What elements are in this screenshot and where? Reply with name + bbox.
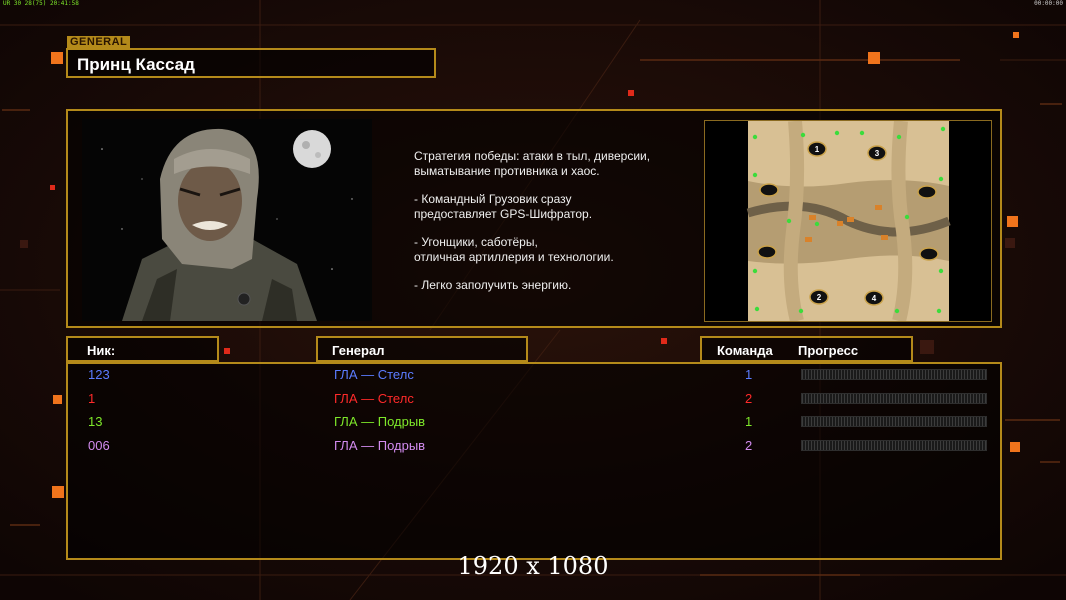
status-left-text: UR 30 28(75) 20:41:58 <box>3 0 79 7</box>
general-name: Принц Кассад <box>77 55 195 74</box>
status-bar: UR 30 28(75) 20:41:58 00:00:00 <box>0 0 1066 8</box>
player-general: ГЛА — Подрыв <box>334 414 426 429</box>
desc-line: - Угонщики, саботёры, <box>414 235 538 249</box>
desc-line: Стратегия победы: атаки в тыл, диверсии, <box>414 149 651 163</box>
minimap-spawn-2: 2 <box>809 289 829 305</box>
player-team: 2 <box>745 391 753 406</box>
general-title-box: Принц Кассад <box>66 48 436 78</box>
general-info-panel: Стратегия победы: атаки в тыл, диверсии,… <box>66 109 1002 328</box>
svg-text:1: 1 <box>815 145 820 154</box>
player-nick: 1 <box>88 391 96 406</box>
svg-text:2: 2 <box>817 293 822 302</box>
general-tag: GENERAL <box>67 36 131 48</box>
player-team: 1 <box>745 367 753 382</box>
minimap-spawn-4: 4 <box>864 290 884 306</box>
player-nick: 13 <box>88 414 103 429</box>
desc-line: отличная артиллерия и технологии. <box>414 249 614 264</box>
team-header-label: Команда <box>717 343 773 358</box>
player-row: 1 ГЛА — Стелс 2 <box>68 388 1000 410</box>
desc-line: - Командный Грузовик сразу <box>414 192 572 206</box>
svg-text:3: 3 <box>875 149 880 158</box>
player-progress-bar <box>801 416 987 427</box>
player-row: 006 ГЛА — Подрыв 2 <box>68 435 1000 457</box>
player-progress-bar <box>801 393 987 404</box>
nick-header-label: Ник: <box>87 343 116 358</box>
general-header-label: Генерал <box>332 343 385 358</box>
general-portrait <box>82 119 372 321</box>
player-team: 1 <box>745 414 753 429</box>
desc-line: выматывание противника и хаос. <box>414 163 600 178</box>
player-row: 13 ГЛА — Подрыв 1 <box>68 411 1000 433</box>
general-column-header: Генерал <box>316 336 528 362</box>
strategy-description: Стратегия победы: атаки в тыл, диверсии,… <box>414 149 704 307</box>
player-nick: 123 <box>88 367 110 382</box>
desc-line: - Легко заполучить энергию. <box>414 278 572 292</box>
resolution-label: 1920 x 1080 <box>457 552 609 580</box>
player-row: 123 ГЛА — Стелс 1 <box>68 364 1000 386</box>
player-general: ГЛА — Стелс <box>334 391 414 406</box>
status-clock: 00:00:00 <box>1034 0 1063 7</box>
player-list: 123 ГЛА — Стелс 1 1 ГЛА — Стелс 2 13 ГЛА… <box>66 362 1002 560</box>
svg-text:4: 4 <box>872 294 877 303</box>
team-progress-column-header: Команда Прогресс <box>700 336 913 362</box>
progress-header-label: Прогресс <box>798 343 859 358</box>
player-progress-bar <box>801 369 987 380</box>
desc-line: предоставляет GPS-Шифратор. <box>414 206 593 221</box>
player-progress-bar <box>801 440 987 451</box>
minimap: 1 3 2 4 <box>704 120 992 323</box>
nick-column-header: Ник: <box>66 336 219 362</box>
player-general: ГЛА — Подрыв <box>334 438 426 453</box>
player-general: ГЛА — Стелс <box>334 367 414 382</box>
player-nick: 006 <box>88 438 110 453</box>
player-team: 2 <box>745 438 753 453</box>
minimap-spawn-1: 1 <box>807 141 827 157</box>
minimap-spawn-3: 3 <box>867 145 887 161</box>
